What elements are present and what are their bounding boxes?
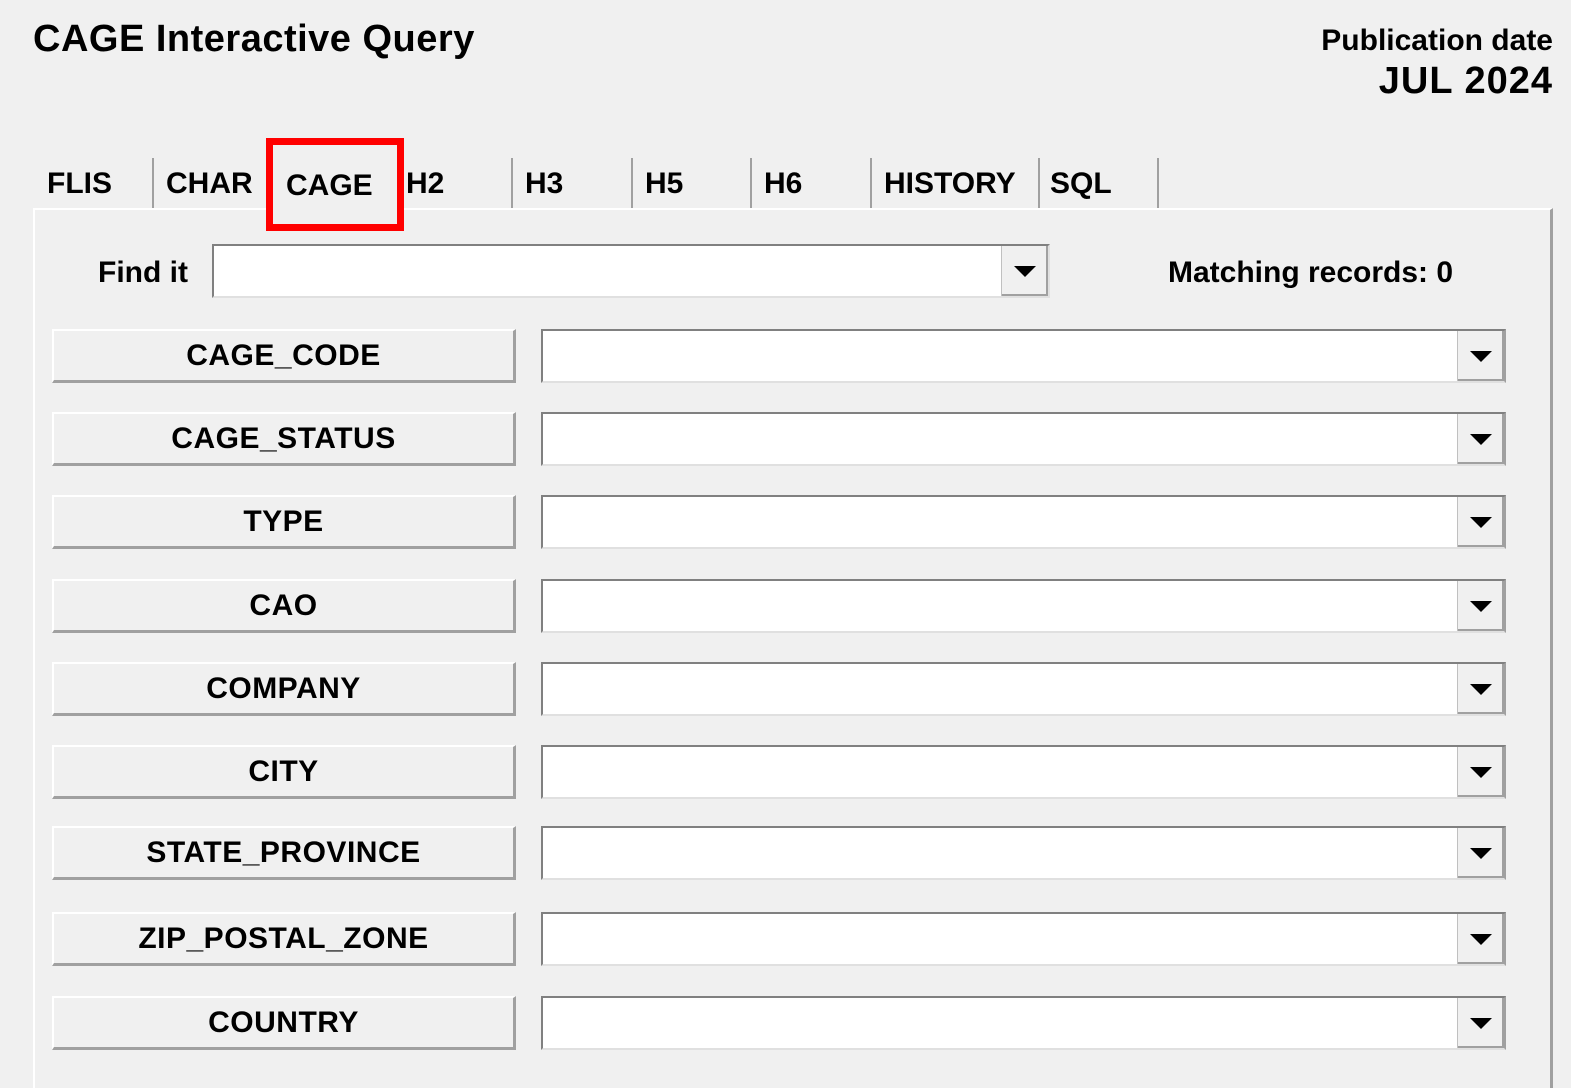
country-select[interactable]	[541, 996, 1506, 1050]
state-province-select[interactable]	[541, 826, 1506, 880]
zip-postal-zone-select[interactable]	[541, 912, 1506, 966]
tab-divider	[631, 158, 633, 210]
field-row-zip-postal-zone: ZIP_POSTAL_ZONE	[52, 912, 1506, 966]
chevron-down-icon[interactable]	[1457, 828, 1504, 878]
tab-divider	[750, 158, 752, 210]
chevron-down-icon[interactable]	[1457, 414, 1504, 464]
tab-h5[interactable]: H5	[635, 160, 751, 208]
tab-history[interactable]: HISTORY	[874, 160, 1038, 208]
find-it-label: Find it	[98, 256, 188, 289]
field-row-city: CITY	[52, 745, 1506, 799]
zip-postal-zone-button[interactable]: ZIP_POSTAL_ZONE	[52, 912, 516, 966]
country-button[interactable]: COUNTRY	[52, 996, 516, 1050]
field-row-cage-status: CAGE_STATUS	[52, 412, 1506, 466]
cao-select[interactable]	[541, 579, 1506, 633]
tab-h6[interactable]: H6	[754, 160, 870, 208]
chevron-down-icon[interactable]	[1457, 581, 1504, 631]
app-title: CAGE Interactive Query	[33, 18, 475, 60]
field-row-cao: CAO	[52, 579, 1506, 633]
cage-status-select[interactable]	[541, 412, 1506, 466]
chevron-down-icon[interactable]	[1457, 331, 1504, 381]
cage-status-button[interactable]: CAGE_STATUS	[52, 412, 516, 466]
cage-code-select[interactable]	[541, 329, 1506, 383]
chevron-down-icon[interactable]	[1457, 998, 1504, 1048]
chevron-down-icon[interactable]	[1457, 664, 1504, 714]
tab-cage[interactable]: CAGE	[266, 138, 404, 231]
publication-date-value: JUL 2024	[1378, 60, 1553, 102]
field-row-company: COMPANY	[52, 662, 1506, 716]
tab-flis[interactable]: FLIS	[37, 160, 153, 208]
matching-records-count: Matching records: 0	[1168, 256, 1454, 289]
cao-button[interactable]: CAO	[52, 579, 516, 633]
find-it-combobox[interactable]	[212, 244, 1050, 298]
tab-h2[interactable]: H2	[396, 160, 512, 208]
city-select[interactable]	[541, 745, 1506, 799]
cage-code-button[interactable]: CAGE_CODE	[52, 329, 516, 383]
field-row-country: COUNTRY	[52, 996, 1506, 1050]
tab-sql[interactable]: SQL	[1040, 160, 1158, 208]
chevron-down-icon[interactable]	[1001, 246, 1048, 296]
tab-h3[interactable]: H3	[515, 160, 631, 208]
tab-divider	[870, 158, 872, 210]
tab-divider	[152, 158, 154, 210]
tab-divider	[1157, 158, 1159, 210]
publication-date-label: Publication date	[1321, 24, 1553, 57]
type-select[interactable]	[541, 495, 1506, 549]
field-row-cage-code: CAGE_CODE	[52, 329, 1506, 383]
company-button[interactable]: COMPANY	[52, 662, 516, 716]
field-row-type: TYPE	[52, 495, 1506, 549]
tab-divider	[511, 158, 513, 210]
type-button[interactable]: TYPE	[52, 495, 516, 549]
chevron-down-icon[interactable]	[1457, 497, 1504, 547]
state-province-button[interactable]: STATE_PROVINCE	[52, 826, 516, 880]
company-select[interactable]	[541, 662, 1506, 716]
chevron-down-icon[interactable]	[1457, 747, 1504, 797]
chevron-down-icon[interactable]	[1457, 914, 1504, 964]
field-row-state-province: STATE_PROVINCE	[52, 826, 1506, 880]
city-button[interactable]: CITY	[52, 745, 516, 799]
tab-char[interactable]: CHAR	[156, 160, 266, 208]
